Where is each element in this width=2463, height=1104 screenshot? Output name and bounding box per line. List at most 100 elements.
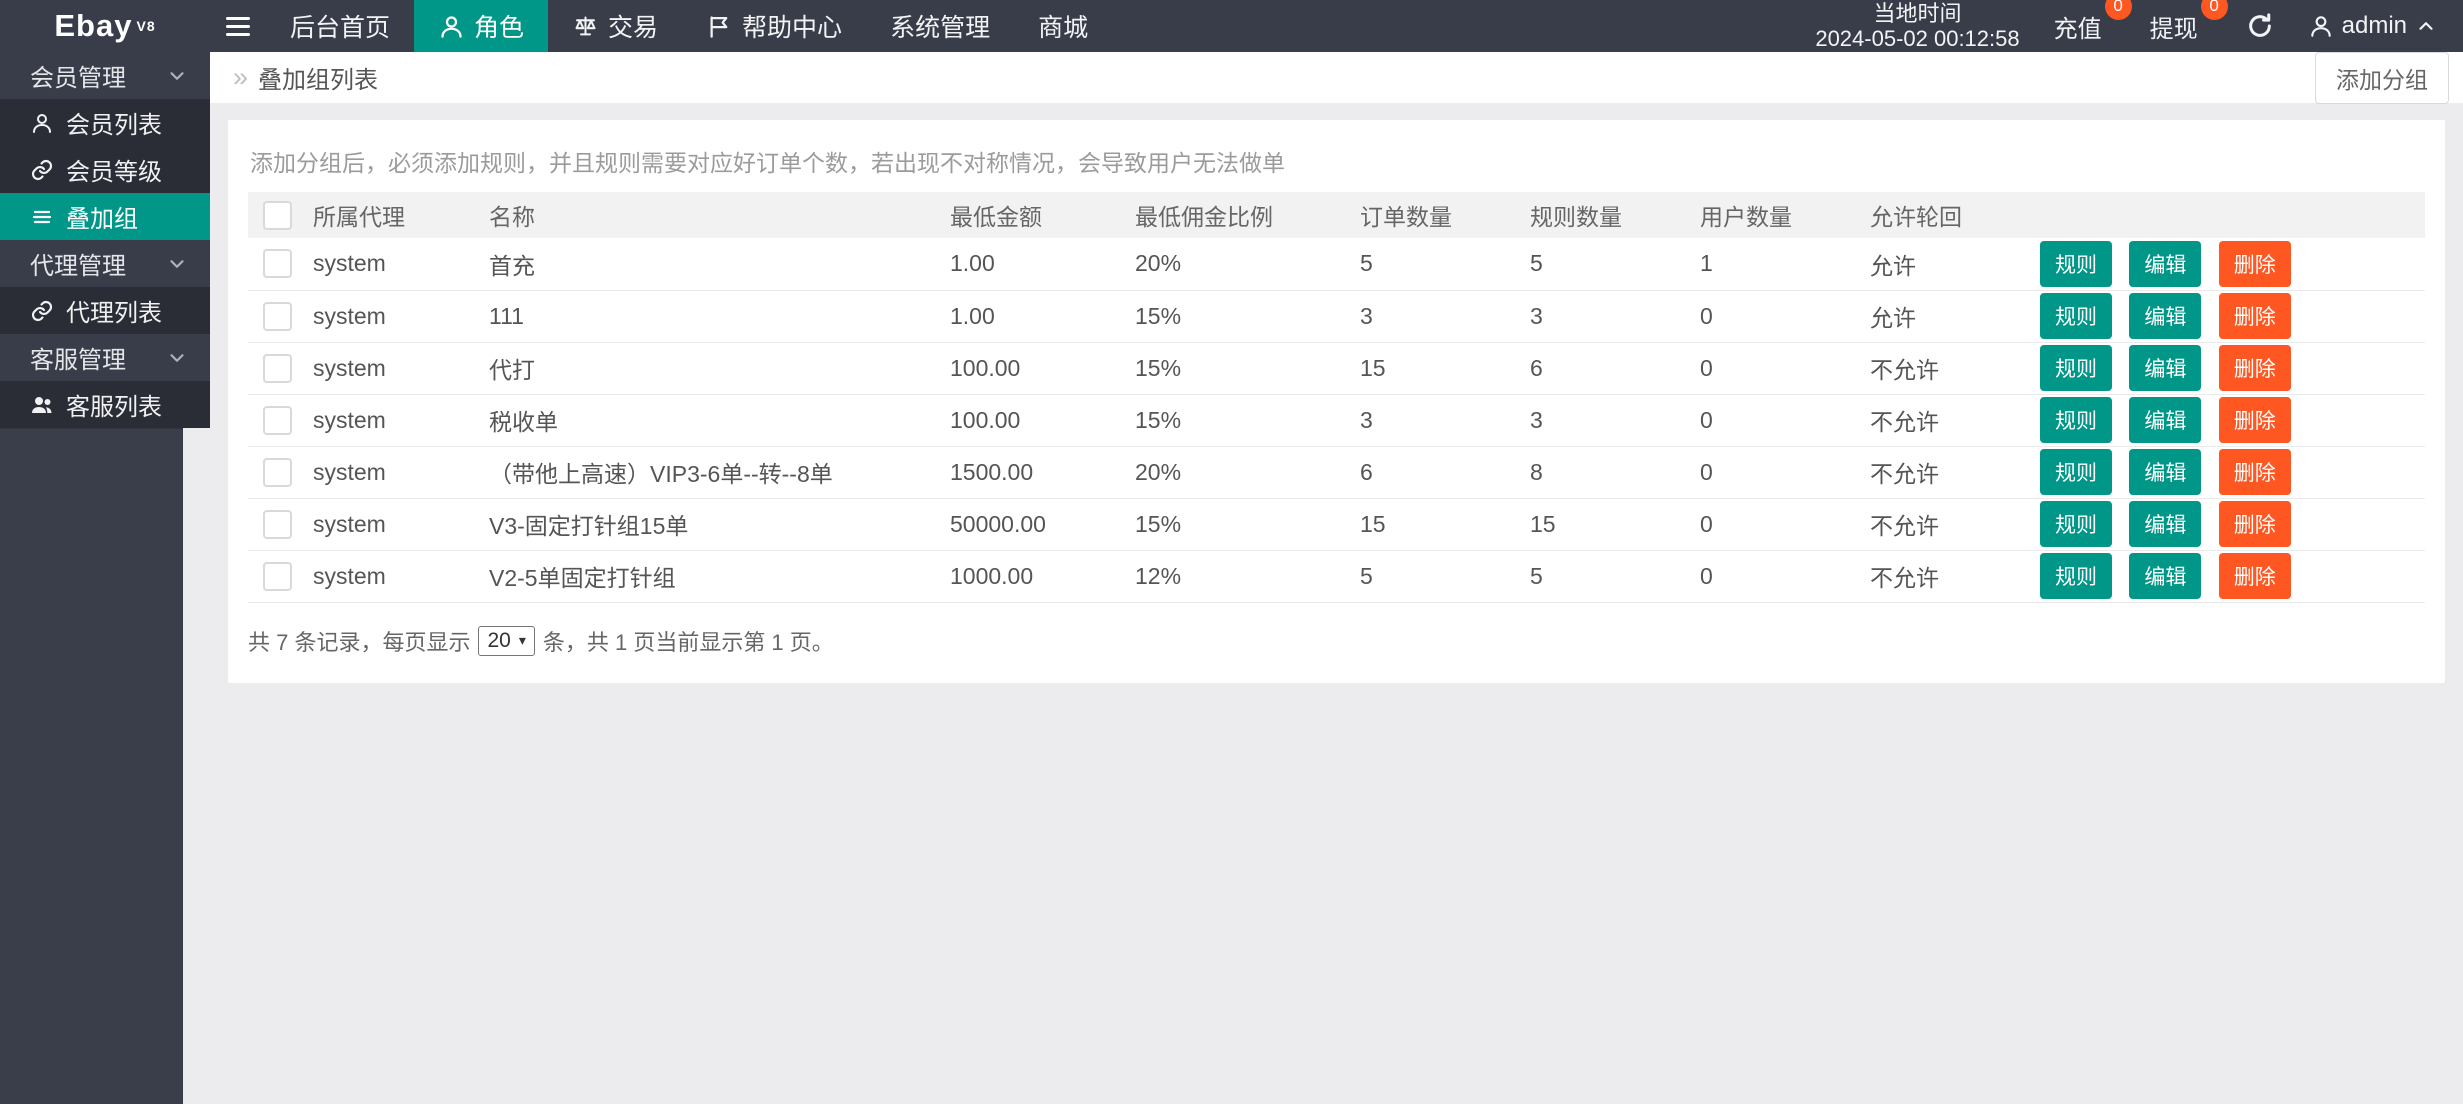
rule-button[interactable]: 规则 <box>2040 553 2112 599</box>
nav-item-system[interactable]: 系统管理 <box>866 0 1014 52</box>
cell-min-commission: 15% <box>1125 342 1350 394</box>
cell-min-commission: 12% <box>1125 550 1350 602</box>
cell-agent: system <box>303 290 479 342</box>
local-time: 当地时间 2024-05-02 00:12:58 <box>1815 1 2019 51</box>
nav-item-mall[interactable]: 商城 <box>1014 0 1112 52</box>
sidebar-group-label: 代理管理 <box>30 246 126 281</box>
cell-name: 首充 <box>479 238 940 290</box>
select-all-checkbox[interactable] <box>263 201 292 230</box>
col-orders: 订单数量 <box>1350 192 1520 238</box>
nav-item-trade[interactable]: 交易 <box>548 0 682 52</box>
cell-orders: 3 <box>1350 290 1520 342</box>
nav-item-label: 后台首页 <box>290 8 390 44</box>
cell-loop: 不允许 <box>1860 498 2030 550</box>
edit-button[interactable]: 编辑 <box>2129 397 2201 443</box>
sidebar-group-agents[interactable]: 代理管理 <box>0 240 210 287</box>
sidebar-item-member-list[interactable]: 会员列表 <box>0 99 210 146</box>
cell-users: 0 <box>1690 290 1860 342</box>
cell-agent: system <box>303 446 479 498</box>
nav-item-home[interactable]: 后台首页 <box>266 0 414 52</box>
nav-item-roles[interactable]: 角色 <box>414 0 548 52</box>
delete-button[interactable]: 删除 <box>2219 501 2291 547</box>
nav-item-label: 帮助中心 <box>742 8 842 44</box>
table-row: system 代打 100.00 15% 15 6 0 不允许 规则 编辑 删 <box>248 342 2425 394</box>
row-checkbox[interactable] <box>263 302 292 331</box>
cell-min-amount: 100.00 <box>940 394 1125 446</box>
cell-min-amount: 1.00 <box>940 290 1125 342</box>
col-name: 名称 <box>479 192 940 238</box>
cell-min-amount: 50000.00 <box>940 498 1125 550</box>
sidebar-group-support[interactable]: 客服管理 <box>0 334 210 381</box>
recharge-button[interactable]: 充值 0 <box>2054 9 2116 44</box>
cell-orders: 3 <box>1350 394 1520 446</box>
nav-spacer <box>1112 0 1815 52</box>
delete-button[interactable]: 删除 <box>2219 345 2291 391</box>
rule-button[interactable]: 规则 <box>2040 345 2112 391</box>
edit-button[interactable]: 编辑 <box>2129 293 2201 339</box>
row-checkbox[interactable] <box>263 510 292 539</box>
row-checkbox[interactable] <box>263 249 292 278</box>
delete-button[interactable]: 删除 <box>2219 241 2291 287</box>
rule-button[interactable]: 规则 <box>2040 397 2112 443</box>
col-rules: 规则数量 <box>1520 192 1690 238</box>
col-users: 用户数量 <box>1690 192 1860 238</box>
nav-item-help[interactable]: 帮助中心 <box>682 0 866 52</box>
row-checkbox[interactable] <box>263 354 292 383</box>
cell-users: 0 <box>1690 446 1860 498</box>
table-row: system （带他上高速）VIP3-6单--转--8单 1500.00 20%… <box>248 446 2425 498</box>
delete-button[interactable]: 删除 <box>2219 449 2291 495</box>
row-checkbox[interactable] <box>263 562 292 591</box>
edit-button[interactable]: 编辑 <box>2129 501 2201 547</box>
cell-min-amount: 1000.00 <box>940 550 1125 602</box>
rule-button[interactable]: 规则 <box>2040 241 2112 287</box>
cell-rules: 6 <box>1520 342 1690 394</box>
edit-button[interactable]: 编辑 <box>2129 449 2201 495</box>
recharge-badge: 0 <box>2105 0 2132 20</box>
cell-min-amount: 1.00 <box>940 238 1125 290</box>
cell-rules: 8 <box>1520 446 1690 498</box>
local-time-label: 当地时间 <box>1815 1 2019 26</box>
sidebar-item-support-list[interactable]: 客服列表 <box>0 381 210 428</box>
list-icon <box>30 205 54 229</box>
breadcrumb-arrow-icon: » <box>233 64 248 91</box>
sidebar-item-stack-group[interactable]: 叠加组 <box>0 193 210 240</box>
nav-item-label: 角色 <box>474 8 524 44</box>
rule-button[interactable]: 规则 <box>2040 293 2112 339</box>
row-checkbox[interactable] <box>263 406 292 435</box>
sidebar-item-agent-list[interactable]: 代理列表 <box>0 287 210 334</box>
table-header: 所属代理 名称 最低金额 最低佣金比例 订单数量 规则数量 用户数量 允许轮回 <box>248 192 2425 238</box>
cell-users: 0 <box>1690 498 1860 550</box>
sidebar-filler <box>0 428 183 1104</box>
edit-button[interactable]: 编辑 <box>2129 345 2201 391</box>
edit-button[interactable]: 编辑 <box>2129 241 2201 287</box>
pagination-prefix: 共 7 条记录，每页显示 <box>248 625 470 657</box>
sidebar-item-label: 会员列表 <box>66 105 162 140</box>
sidebar-item-member-level[interactable]: 会员等级 <box>0 146 210 193</box>
row-checkbox[interactable] <box>263 458 292 487</box>
users-icon <box>30 393 54 417</box>
refresh-button[interactable] <box>2246 12 2274 40</box>
sidebar-toggle-button[interactable] <box>210 0 266 52</box>
hint-text: 添加分组后，必须添加规则，并且规则需要对应好订单个数，若出现不对称情况，会导致用… <box>250 144 2423 178</box>
cell-min-commission: 20% <box>1125 238 1350 290</box>
user-menu[interactable]: admin <box>2308 12 2437 40</box>
delete-button[interactable]: 删除 <box>2219 293 2291 339</box>
sidebar-group-members[interactable]: 会员管理 <box>0 52 210 99</box>
hamburger-icon <box>226 17 250 36</box>
per-page-select[interactable]: 20 ▾ <box>478 626 534 656</box>
rule-button[interactable]: 规则 <box>2040 501 2112 547</box>
delete-button[interactable]: 删除 <box>2219 397 2291 443</box>
add-group-button[interactable]: 添加分组 <box>2315 52 2449 104</box>
rule-button[interactable]: 规则 <box>2040 449 2112 495</box>
edit-button[interactable]: 编辑 <box>2129 553 2201 599</box>
withdraw-button[interactable]: 提现 0 <box>2150 9 2212 44</box>
cell-agent: system <box>303 498 479 550</box>
cell-orders: 5 <box>1350 550 1520 602</box>
delete-button[interactable]: 删除 <box>2219 553 2291 599</box>
cell-users: 0 <box>1690 394 1860 446</box>
select-caret-icon: ▾ <box>519 632 526 649</box>
col-loop: 允许轮回 <box>1860 192 2030 238</box>
cell-min-commission: 20% <box>1125 446 1350 498</box>
chevron-up-icon <box>2415 15 2437 37</box>
col-min-commission: 最低佣金比例 <box>1125 192 1350 238</box>
